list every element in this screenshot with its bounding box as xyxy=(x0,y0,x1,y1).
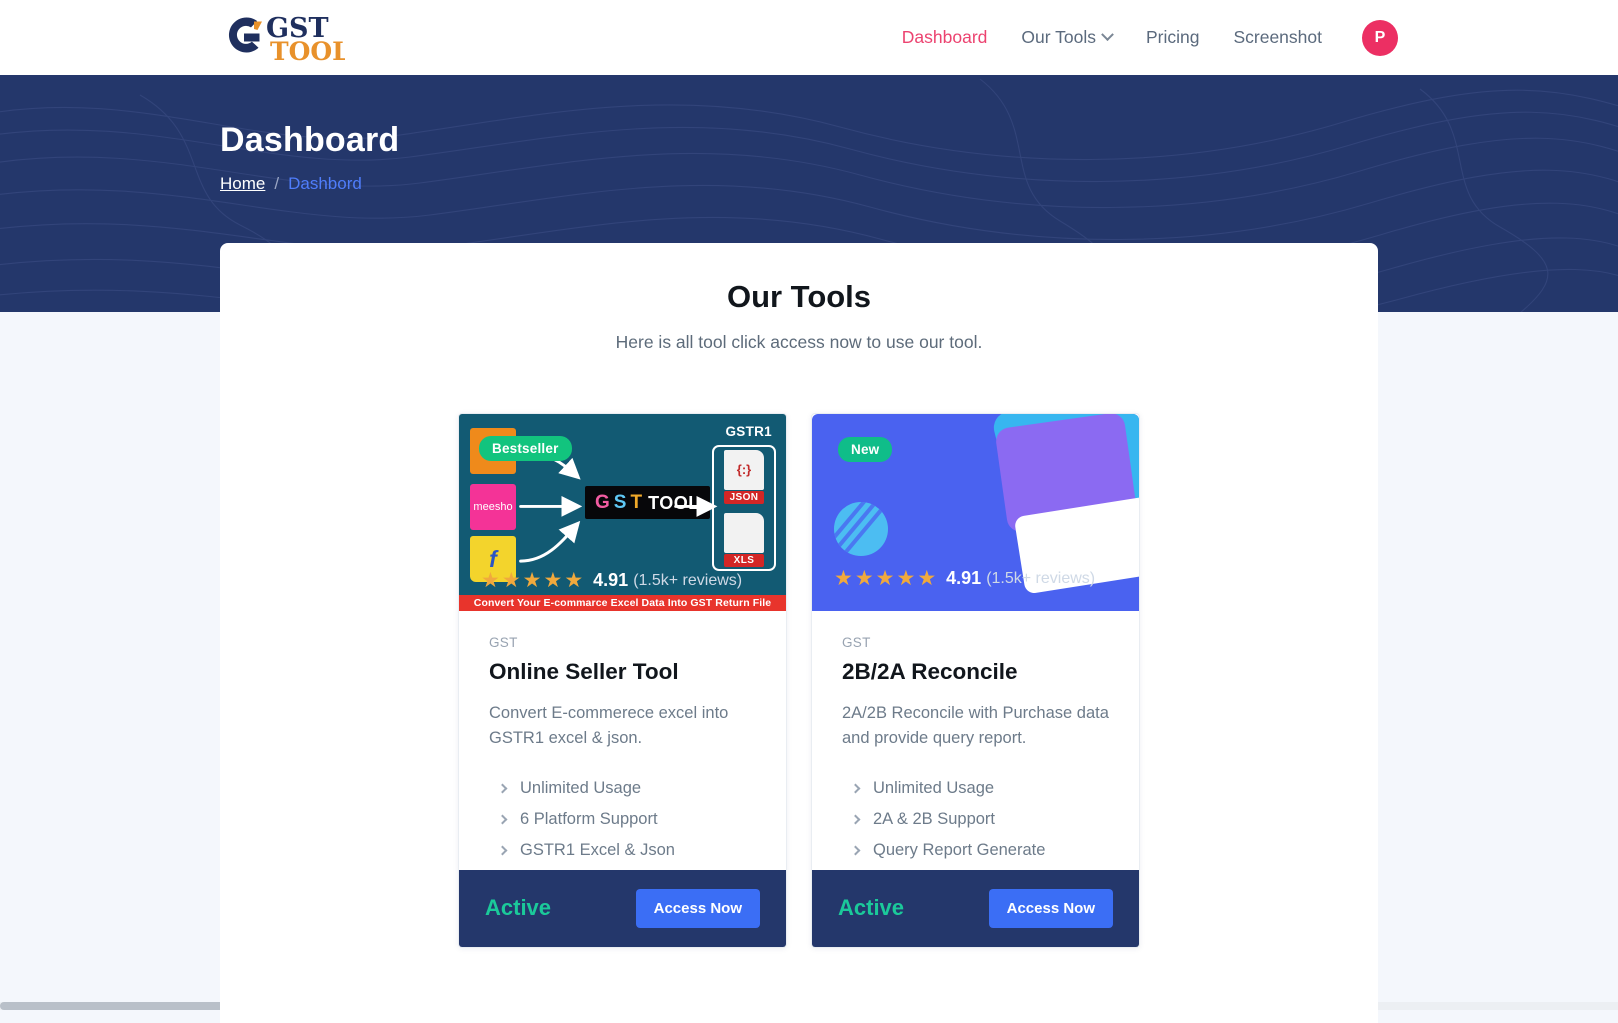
feature-label: 2A & 2B Support xyxy=(873,810,995,829)
logo-letter-t: T xyxy=(630,493,642,512)
logo-word-tool: TOOL xyxy=(648,494,700,512)
card-footer-reconcile: Active Access Now xyxy=(812,870,1139,947)
nav-label-pricing: Pricing xyxy=(1146,27,1200,48)
nav-links: Dashboard Our Tools Pricing Screenshot P xyxy=(902,20,1398,56)
tool-card-online-seller[interactable]: meesho f Bestseller G S T TOOL GSTR1 {:}… xyxy=(458,413,787,948)
list-item: 6 Platform Support xyxy=(489,804,756,835)
json-file-icon: {:} JSON xyxy=(724,450,764,504)
panel-subtitle: Here is all tool click access now to use… xyxy=(220,332,1378,353)
card-feature-list: Unlimited Usage 6 Platform Support GSTR1… xyxy=(489,773,756,866)
list-item: Unlimited Usage xyxy=(842,773,1109,804)
logo-letter-g: G xyxy=(595,493,610,512)
brand-logo[interactable]: GST TOOL xyxy=(220,11,345,65)
top-navbar: GST TOOL Dashboard Our Tools Pricing Scr… xyxy=(0,0,1618,75)
bestseller-badge: Bestseller xyxy=(479,436,572,461)
meesho-logo-icon: meesho xyxy=(470,484,516,530)
breadcrumb-separator: / xyxy=(274,174,279,194)
list-item: 2A & 2B Support xyxy=(842,804,1109,835)
star-rating-icon: ★★★★★ xyxy=(481,570,583,591)
panel-title: Our Tools xyxy=(220,279,1378,315)
page-title: Dashboard xyxy=(220,121,1618,160)
card-feature-list: Unlimited Usage 2A & 2B Support Query Re… xyxy=(842,773,1109,866)
access-now-button[interactable]: Access Now xyxy=(989,889,1113,928)
rating-row-reconcile: ★★★★★ 4.91 (1.5k+ reviews) xyxy=(812,568,1139,589)
nav-label-dashboard: Dashboard xyxy=(902,27,988,48)
promo-ribbon: Convert Your E-commarce Excel Data Into … xyxy=(459,595,786,611)
striped-circle-icon xyxy=(834,502,888,556)
rating-row-online-seller: ★★★★★ 4.91 (1.5k+ reviews) xyxy=(459,570,786,591)
gst-tool-mark-icon: G S T TOOL xyxy=(585,486,710,519)
nav-item-our-tools[interactable]: Our Tools xyxy=(1021,27,1112,48)
feature-label: GSTR1 Excel & Json xyxy=(520,841,675,860)
feature-label: 6 Platform Support xyxy=(520,810,658,829)
panel-header: Our Tools Here is all tool click access … xyxy=(220,243,1378,353)
new-badge: New xyxy=(838,437,892,462)
status-badge: Active xyxy=(485,895,551,921)
user-avatar[interactable]: P xyxy=(1362,20,1398,56)
breadcrumb-current: Dashbord xyxy=(288,174,362,194)
nav-item-dashboard[interactable]: Dashboard xyxy=(902,27,988,48)
list-item: Query Report Generate xyxy=(842,835,1109,866)
json-file-tag: JSON xyxy=(724,491,764,504)
feature-label: Query Report Generate xyxy=(873,841,1045,860)
tool-card-reconcile[interactable]: New ★★★★★ 4.91 (1.5k+ reviews) GST 2B/2A… xyxy=(811,413,1140,948)
nav-item-pricing[interactable]: Pricing xyxy=(1146,27,1200,48)
card-kicker: GST xyxy=(842,635,1109,650)
card-title: Online Seller Tool xyxy=(489,659,756,685)
card-footer-online-seller: Active Access Now xyxy=(459,870,786,947)
chevron-down-icon xyxy=(1101,28,1114,41)
nav-item-screenshot[interactable]: Screenshot xyxy=(1233,27,1322,48)
chevron-right-icon xyxy=(851,814,861,824)
rating-value: 4.91 xyxy=(593,570,628,591)
feature-label: Unlimited Usage xyxy=(520,779,641,798)
rating-count: (1.5k+ reviews) xyxy=(986,570,1095,588)
gst-tool-logo-icon: GST TOOL xyxy=(220,11,345,65)
xls-file-glyph xyxy=(724,513,764,553)
card-description: Convert E-commerece excel into GSTR1 exc… xyxy=(489,701,756,751)
breadcrumb-home[interactable]: Home xyxy=(220,174,265,194)
card-kicker: GST xyxy=(489,635,756,650)
card-media-online-seller: meesho f Bestseller G S T TOOL GSTR1 {:}… xyxy=(459,414,786,611)
xls-file-tag: XLS xyxy=(724,554,764,567)
nav-label-screenshot: Screenshot xyxy=(1233,27,1322,48)
chevron-right-icon xyxy=(498,814,508,824)
chevron-right-icon xyxy=(498,845,508,855)
tool-cards-container: meesho f Bestseller G S T TOOL GSTR1 {:}… xyxy=(220,353,1378,948)
list-item: GSTR1 Excel & Json xyxy=(489,835,756,866)
chevron-right-icon xyxy=(851,845,861,855)
feature-label: Unlimited Usage xyxy=(873,779,994,798)
status-badge: Active xyxy=(838,895,904,921)
card-body-reconcile: GST 2B/2A Reconcile 2A/2B Reconcile with… xyxy=(812,611,1139,870)
chevron-right-icon xyxy=(498,783,508,793)
svg-text:TOOL: TOOL xyxy=(270,37,345,65)
chevron-right-icon xyxy=(851,783,861,793)
logo-letter-s: S xyxy=(614,493,627,512)
rating-value: 4.91 xyxy=(946,568,981,589)
star-rating-icon: ★★★★★ xyxy=(834,568,936,589)
rating-count: (1.5k+ reviews) xyxy=(633,572,742,590)
nav-label-our-tools: Our Tools xyxy=(1021,27,1096,48)
card-body-online-seller: GST Online Seller Tool Convert E-commere… xyxy=(459,611,786,870)
xls-file-icon: XLS xyxy=(724,513,764,567)
breadcrumb: Home / Dashbord xyxy=(220,174,1618,194)
output-files-group: {:} JSON XLS xyxy=(712,445,776,571)
card-media-reconcile: New ★★★★★ 4.91 (1.5k+ reviews) xyxy=(812,414,1139,611)
gstr1-label: GSTR1 xyxy=(725,424,772,439)
tools-panel: Our Tools Here is all tool click access … xyxy=(220,243,1378,1023)
card-title: 2B/2A Reconcile xyxy=(842,659,1109,685)
list-item: Unlimited Usage xyxy=(489,773,756,804)
card-description: 2A/2B Reconcile with Purchase data and p… xyxy=(842,701,1109,751)
json-file-glyph: {:} xyxy=(724,450,764,490)
access-now-button[interactable]: Access Now xyxy=(636,889,760,928)
